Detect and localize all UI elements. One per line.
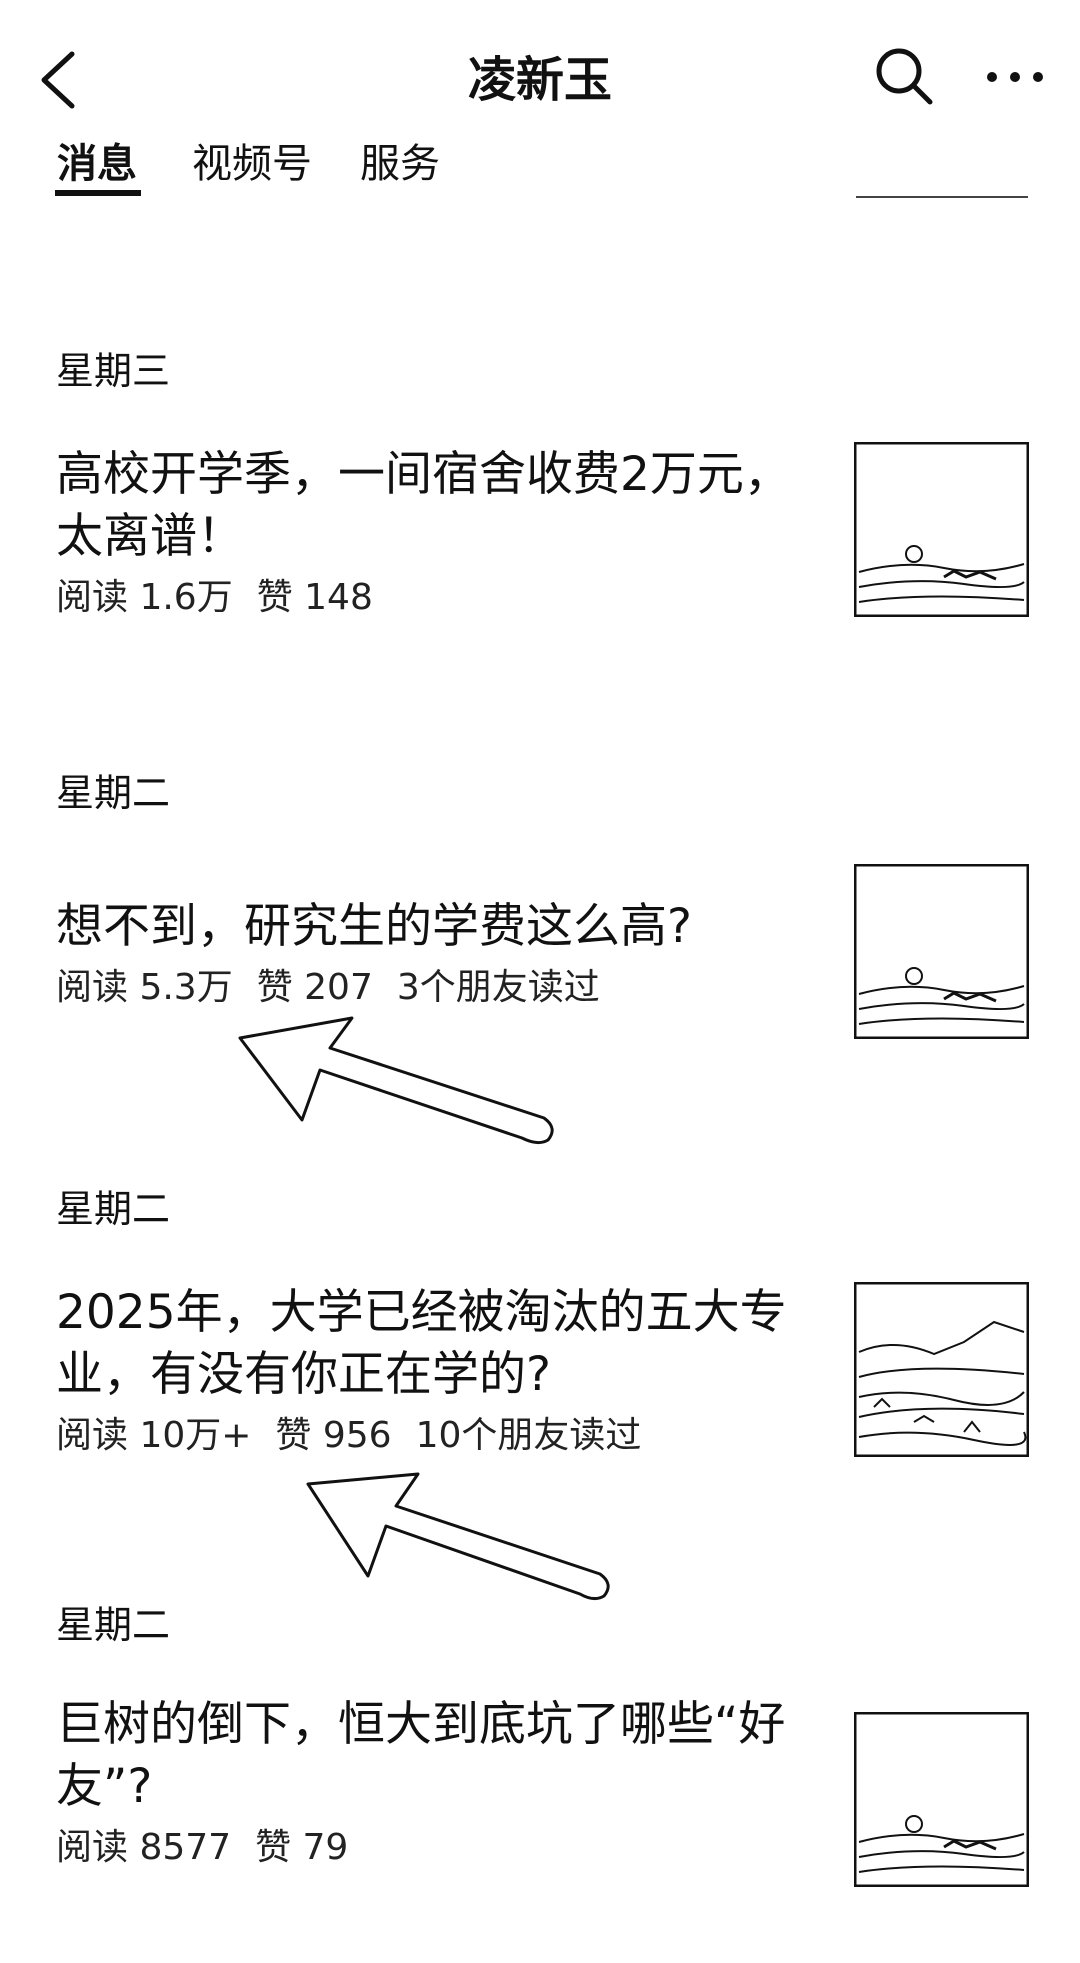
like-count: 赞 207 xyxy=(256,967,373,1008)
day-label: 星期二 xyxy=(56,1603,171,1647)
more-button[interactable] xyxy=(980,52,1050,102)
read-count: 阅读 5.3万 xyxy=(56,967,233,1008)
article-title[interactable]: 高校开学季，一间宿舍收费2万元，太离谱！ xyxy=(56,444,806,568)
search-icon xyxy=(876,48,933,105)
article-title[interactable]: 2025年，大学已经被淘汰的五大专业，有没有你正在学的? xyxy=(56,1282,806,1406)
friends-read: 10个朋友读过 xyxy=(415,1415,642,1456)
article-thumbnail[interactable] xyxy=(854,1712,1029,1887)
like-count: 赞 79 xyxy=(255,1827,349,1868)
day-label: 星期三 xyxy=(56,349,171,393)
read-count: 阅读 8577 xyxy=(56,1827,232,1868)
day-label: 星期二 xyxy=(56,1187,171,1231)
like-count: 赞 956 xyxy=(275,1415,392,1456)
tab-messages[interactable]: 消息 xyxy=(57,136,137,192)
article-thumbnail[interactable] xyxy=(854,864,1029,1039)
active-tab-indicator xyxy=(55,190,141,196)
more-dots-icon xyxy=(987,72,1043,82)
top-bar: 凌新玉 xyxy=(0,0,1080,150)
article-thumbnail[interactable] xyxy=(854,442,1029,617)
tab-channels[interactable]: 视频号 xyxy=(192,136,312,192)
divider xyxy=(856,196,1028,198)
article-title[interactable]: 想不到，研究生的学费这么高? xyxy=(56,896,806,958)
arrow-annotation-icon xyxy=(238,1016,554,1145)
friends-read: 3个朋友读过 xyxy=(396,967,600,1008)
article-title[interactable]: 巨树的倒下，恒大到底坑了哪些“好友”? xyxy=(56,1694,806,1818)
day-label: 星期二 xyxy=(56,771,171,815)
tab-services[interactable]: 服务 xyxy=(360,136,440,192)
like-count: 赞 148 xyxy=(256,577,373,618)
read-count: 阅读 10万+ xyxy=(56,1415,252,1456)
read-count: 阅读 1.6万 xyxy=(56,577,233,618)
article-thumbnail[interactable] xyxy=(854,1282,1029,1457)
arrow-annotation-icon xyxy=(306,1472,610,1601)
search-button[interactable] xyxy=(872,44,936,108)
